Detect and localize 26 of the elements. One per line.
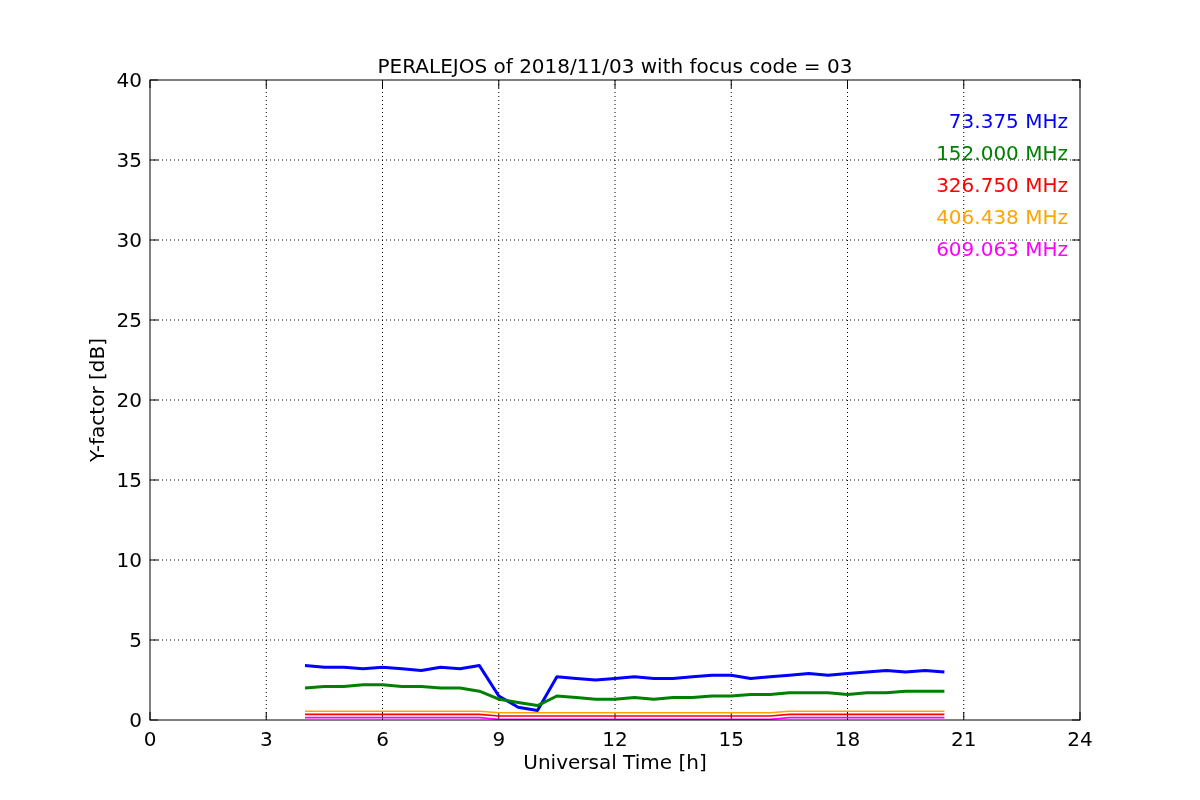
- tick-label: 0: [129, 708, 142, 732]
- tick-label: 21: [951, 727, 977, 751]
- legend-label: 152.000 MHz: [936, 141, 1068, 165]
- legend-label: 326.750 MHz: [936, 173, 1068, 197]
- tick-label: 30: [116, 228, 142, 252]
- tick-label: 35: [116, 148, 142, 172]
- tick-label: 24: [1067, 727, 1093, 751]
- tick-label: 5: [129, 628, 142, 652]
- tick-label: 0: [143, 727, 157, 751]
- tick-label: 15: [116, 468, 142, 492]
- chart-title: PERALEJOS of 2018/11/03 with focus code = 03: [377, 54, 853, 78]
- axis-label: Universal Time [h]: [523, 750, 707, 774]
- legend-label: 406.438 MHz: [936, 205, 1068, 229]
- tick-label: 9: [492, 727, 506, 751]
- legend-label: 609.063 MHz: [936, 237, 1068, 261]
- axis-label: Y-factor [dB]: [85, 338, 109, 462]
- tick-label: 12: [602, 727, 628, 751]
- tick-label: 25: [116, 308, 142, 332]
- tick-label: 15: [718, 727, 744, 751]
- tick-label: 3: [259, 727, 273, 751]
- tick-label: 40: [116, 68, 142, 92]
- tick-label: 18: [834, 727, 861, 751]
- tick-label: 10: [116, 548, 142, 572]
- tick-label: 6: [376, 727, 389, 751]
- legend-label: 73.375 MHz: [948, 109, 1068, 133]
- tick-label: 20: [116, 388, 142, 412]
